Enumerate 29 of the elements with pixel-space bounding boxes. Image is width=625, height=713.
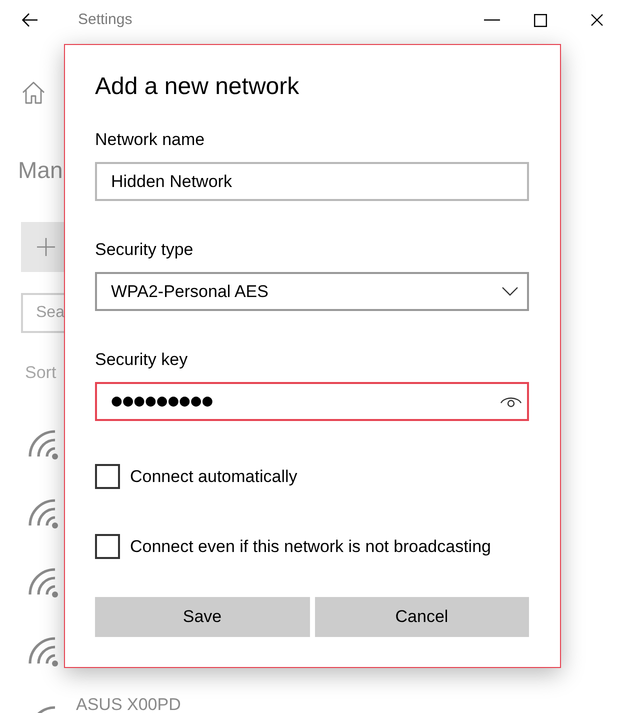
checkbox-label: Connect even if this network is not broadcasting — [130, 536, 491, 558]
checkbox[interactable] — [95, 534, 120, 559]
wifi-signal-icon — [27, 566, 60, 598]
dialog-title: Add a new network — [95, 72, 300, 102]
cancel-button[interactable]: Cancel — [314, 597, 529, 637]
maximize-icon[interactable] — [534, 14, 547, 26]
page-heading: Man — [18, 156, 63, 185]
field-label: Network name — [95, 129, 206, 151]
wifi-signal-icon — [27, 428, 60, 460]
sort-label: Sort — [25, 362, 56, 384]
eye-icon[interactable] — [500, 395, 522, 408]
wifi-signal-icon — [27, 497, 60, 529]
checkbox[interactable] — [95, 464, 120, 489]
close-icon[interactable] — [591, 14, 603, 26]
minimize-icon[interactable] — [484, 19, 500, 21]
field-label: Security key — [95, 349, 189, 371]
save-button[interactable]: Save — [95, 597, 310, 637]
network-name: ASUS X00PD — [76, 697, 181, 713]
wifi-signal-icon — [27, 635, 60, 667]
password-field[interactable]: ●●●●●●●●● — [95, 382, 529, 421]
text-field[interactable]: Hidden Network — [95, 162, 529, 201]
window-title: Settings — [78, 10, 132, 30]
chevron-down-icon — [502, 287, 518, 296]
home-icon[interactable] — [22, 81, 45, 104]
back-arrow-icon[interactable] — [22, 13, 38, 27]
dropdown[interactable]: WPA2-Personal AES — [95, 272, 529, 311]
plus-icon — [36, 238, 54, 256]
field-label: Security type — [95, 239, 194, 261]
checkbox-label: Connect automatically — [130, 466, 298, 488]
